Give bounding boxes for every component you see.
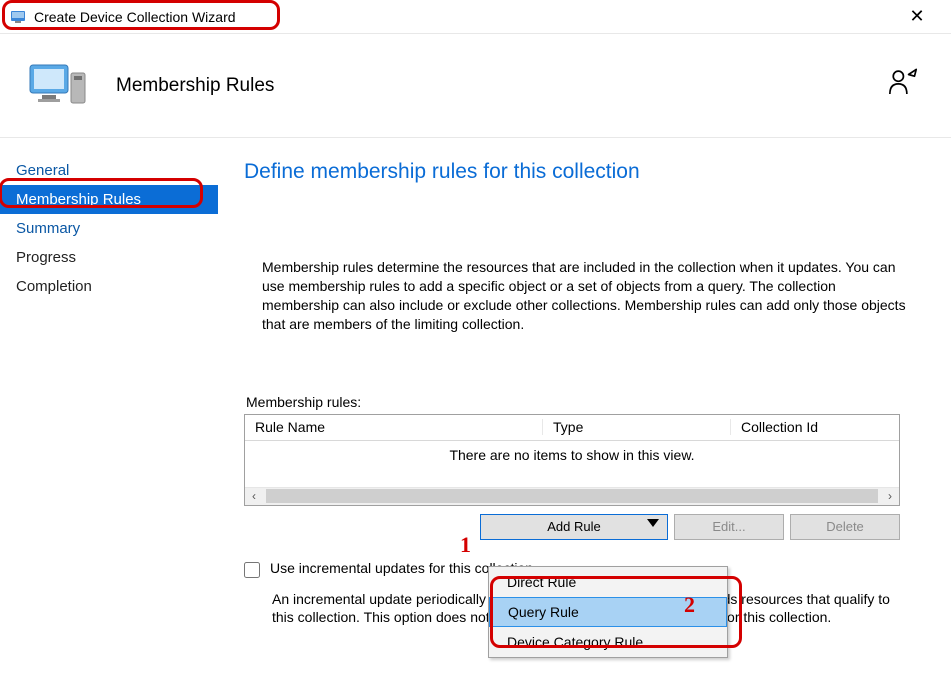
menu-item-device-category-rule[interactable]: Device Category Rule bbox=[489, 627, 727, 657]
wizard-step-icon bbox=[28, 59, 92, 113]
wizard-header: Membership Rules bbox=[0, 34, 951, 138]
sidebar-item-summary[interactable]: Summary bbox=[0, 214, 218, 243]
delete-button: Delete bbox=[790, 514, 900, 540]
title-bar: Create Device Collection Wizard ✕ bbox=[0, 0, 951, 34]
column-type[interactable]: Type bbox=[543, 419, 731, 435]
scroll-right-icon[interactable]: › bbox=[881, 487, 899, 505]
page-title: Membership Rules bbox=[116, 75, 274, 97]
sidebar-item-membership-rules[interactable]: Membership Rules bbox=[0, 185, 218, 214]
add-rule-button[interactable]: Add Rule bbox=[480, 514, 668, 540]
incremental-updates-checkbox[interactable] bbox=[244, 562, 260, 578]
section-heading: Define membership rules for this collect… bbox=[244, 160, 917, 184]
sidebar-item-progress: Progress bbox=[0, 243, 218, 272]
scroll-left-icon[interactable]: ‹ bbox=[245, 487, 263, 505]
rules-grid: Rule Name Type Collection Id There are n… bbox=[244, 414, 900, 506]
menu-item-direct-rule[interactable]: Direct Rule bbox=[489, 567, 727, 597]
rules-button-row: Add Rule Edit... Delete bbox=[244, 514, 900, 540]
add-rule-label: Add Rule bbox=[547, 519, 600, 534]
sidebar-item-general[interactable]: General bbox=[0, 156, 218, 185]
rules-grid-empty-text: There are no items to show in this view. bbox=[245, 441, 899, 487]
app-icon bbox=[10, 9, 26, 25]
column-rule-name[interactable]: Rule Name bbox=[245, 419, 543, 435]
rules-grid-label: Membership rules: bbox=[246, 394, 917, 410]
window-title: Create Device Collection Wizard bbox=[34, 9, 236, 25]
close-button[interactable]: ✕ bbox=[897, 2, 937, 32]
chevron-down-icon bbox=[647, 519, 659, 527]
wizard-steps-sidebar: General Membership Rules Summary Progres… bbox=[0, 138, 218, 673]
column-collection-id[interactable]: Collection Id bbox=[731, 419, 899, 435]
rules-grid-header: Rule Name Type Collection Id bbox=[245, 415, 899, 441]
menu-item-query-rule[interactable]: Query Rule bbox=[489, 597, 727, 627]
add-rule-menu: Direct Rule Query Rule Device Category R… bbox=[488, 566, 728, 658]
edit-button: Edit... bbox=[674, 514, 784, 540]
sidebar-item-completion: Completion bbox=[0, 272, 218, 301]
membership-icon bbox=[889, 68, 923, 101]
section-description: Membership rules determine the resources… bbox=[262, 258, 913, 334]
scroll-track[interactable] bbox=[266, 489, 878, 503]
rules-grid-scrollbar[interactable]: ‹ › bbox=[245, 487, 899, 505]
